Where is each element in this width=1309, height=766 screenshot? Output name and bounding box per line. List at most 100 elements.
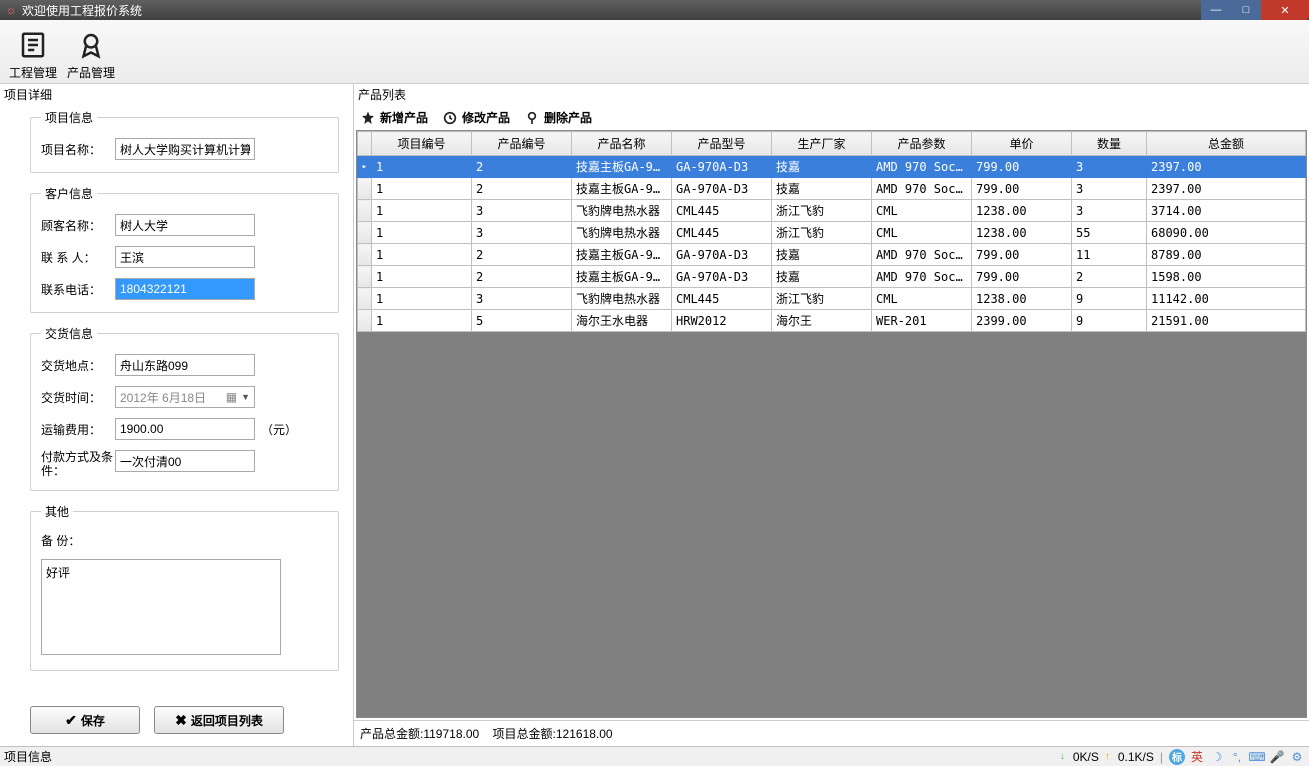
table-cell[interactable]: 2 xyxy=(1072,266,1147,288)
table-cell[interactable]: HRW2012 xyxy=(672,310,772,332)
customer-name-input[interactable] xyxy=(115,214,255,236)
table-cell[interactable]: 2 xyxy=(472,178,572,200)
table-cell[interactable]: CML445 xyxy=(672,288,772,310)
save-button[interactable]: ✔ 保存 xyxy=(30,706,140,734)
table-cell[interactable]: 海尔王 xyxy=(772,310,872,332)
table-cell[interactable]: 1238.00 xyxy=(972,288,1072,310)
row-header[interactable] xyxy=(358,178,372,200)
table-cell[interactable]: 技嘉 xyxy=(772,178,872,200)
table-cell[interactable]: 飞豹牌电热水器 xyxy=(572,222,672,244)
table-cell[interactable]: 799.00 xyxy=(972,244,1072,266)
table-cell[interactable]: 1 xyxy=(372,200,472,222)
table-cell[interactable]: 1 xyxy=(372,244,472,266)
ime-icon[interactable]: 标 xyxy=(1169,749,1185,765)
table-cell[interactable]: 海尔王水电器 xyxy=(572,310,672,332)
column-header[interactable]: 产品编号 xyxy=(472,132,572,156)
table-row[interactable]: 15海尔王水电器HRW2012海尔王WER-2012399.00921591.0… xyxy=(358,310,1306,332)
table-cell[interactable]: 浙江飞豹 xyxy=(772,222,872,244)
table-cell[interactable]: 1 xyxy=(372,266,472,288)
table-cell[interactable]: 2 xyxy=(472,156,572,178)
table-cell[interactable]: AMD 970 Socket xyxy=(872,156,972,178)
row-header[interactable]: ▸ xyxy=(358,156,372,178)
mic-icon[interactable]: 🎤 xyxy=(1269,749,1285,765)
table-cell[interactable]: AMD 970 Socket xyxy=(872,178,972,200)
table-cell[interactable]: 技嘉主板GA-9... xyxy=(572,244,672,266)
table-cell[interactable]: 5 xyxy=(472,310,572,332)
row-header[interactable] xyxy=(358,200,372,222)
toolbar-project-manage[interactable]: 工程管理 xyxy=(4,28,62,81)
table-cell[interactable]: 3 xyxy=(472,288,572,310)
table-cell[interactable]: 11 xyxy=(1072,244,1147,266)
table-cell[interactable]: 1238.00 xyxy=(972,222,1072,244)
table-cell[interactable]: 799.00 xyxy=(972,178,1072,200)
gear-icon[interactable]: ⚙ xyxy=(1289,749,1305,765)
edit-product-action[interactable]: 修改产品 xyxy=(442,109,510,126)
payment-input[interactable] xyxy=(115,450,255,472)
table-cell[interactable]: 3 xyxy=(472,222,572,244)
table-row[interactable]: ▸12技嘉主板GA-9...GA-970A-D3技嘉AMD 970 Socket… xyxy=(358,156,1306,178)
delete-product-action[interactable]: 删除产品 xyxy=(524,109,592,126)
table-cell[interactable]: 1 xyxy=(372,310,472,332)
table-cell[interactable]: CML445 xyxy=(672,222,772,244)
add-product-action[interactable]: 新增产品 xyxy=(360,109,428,126)
table-cell[interactable]: 2397.00 xyxy=(1147,156,1306,178)
table-cell[interactable]: 11142.00 xyxy=(1147,288,1306,310)
shipping-input[interactable] xyxy=(115,418,255,440)
row-header[interactable] xyxy=(358,266,372,288)
column-header[interactable]: 产品名称 xyxy=(572,132,672,156)
table-cell[interactable]: 技嘉主板GA-9... xyxy=(572,156,672,178)
column-header[interactable]: 产品型号 xyxy=(672,132,772,156)
table-cell[interactable]: 21591.00 xyxy=(1147,310,1306,332)
table-cell[interactable]: 飞豹牌电热水器 xyxy=(572,200,672,222)
column-header[interactable]: 总金额 xyxy=(1147,132,1306,156)
table-cell[interactable]: GA-970A-D3 xyxy=(672,266,772,288)
table-cell[interactable]: 68090.00 xyxy=(1147,222,1306,244)
ime-mode-icon[interactable]: 英 xyxy=(1189,749,1205,765)
table-cell[interactable]: 浙江飞豹 xyxy=(772,288,872,310)
table-cell[interactable]: 9 xyxy=(1072,288,1147,310)
table-cell[interactable]: 3714.00 xyxy=(1147,200,1306,222)
table-row[interactable]: 13飞豹牌电热水器CML445浙江飞豹CML1238.0033714.00 xyxy=(358,200,1306,222)
maximize-button[interactable]: □ xyxy=(1231,0,1261,20)
table-cell[interactable]: 9 xyxy=(1072,310,1147,332)
table-cell[interactable]: 2397.00 xyxy=(1147,178,1306,200)
table-cell[interactable]: CML xyxy=(872,200,972,222)
table-cell[interactable]: 2399.00 xyxy=(972,310,1072,332)
table-cell[interactable]: 1 xyxy=(372,222,472,244)
keyboard-icon[interactable]: ⌨ xyxy=(1249,749,1265,765)
table-cell[interactable]: GA-970A-D3 xyxy=(672,244,772,266)
table-row[interactable]: 13飞豹牌电热水器CML445浙江飞豹CML1238.00911142.00 xyxy=(358,288,1306,310)
table-cell[interactable]: 飞豹牌电热水器 xyxy=(572,288,672,310)
table-cell[interactable]: 799.00 xyxy=(972,156,1072,178)
remark-textarea[interactable] xyxy=(41,559,281,655)
table-cell[interactable]: AMD 970 Socket xyxy=(872,266,972,288)
table-cell[interactable]: CML xyxy=(872,222,972,244)
table-cell[interactable]: CML445 xyxy=(672,200,772,222)
table-cell[interactable]: 3 xyxy=(1072,156,1147,178)
date-picker[interactable]: 2012年 6月18日 ▦ ▼ xyxy=(115,386,255,408)
phone-input[interactable] xyxy=(115,278,255,300)
product-grid[interactable]: 项目编号产品编号产品名称产品型号生产厂家产品参数单价数量总金额 ▸12技嘉主板G… xyxy=(357,131,1306,332)
column-header[interactable]: 产品参数 xyxy=(872,132,972,156)
table-cell[interactable]: AMD 970 Socket xyxy=(872,244,972,266)
table-cell[interactable]: 3 xyxy=(472,200,572,222)
table-cell[interactable]: 55 xyxy=(1072,222,1147,244)
table-cell[interactable]: 3 xyxy=(1072,178,1147,200)
table-cell[interactable]: 技嘉主板GA-9... xyxy=(572,178,672,200)
table-cell[interactable]: 技嘉 xyxy=(772,156,872,178)
table-cell[interactable]: 3 xyxy=(1072,200,1147,222)
table-cell[interactable]: 技嘉主板GA-9... xyxy=(572,266,672,288)
column-header[interactable]: 生产厂家 xyxy=(772,132,872,156)
table-cell[interactable]: 1598.00 xyxy=(1147,266,1306,288)
column-header[interactable]: 数量 xyxy=(1072,132,1147,156)
table-cell[interactable]: 1238.00 xyxy=(972,200,1072,222)
project-name-input[interactable] xyxy=(115,138,255,160)
moon-icon[interactable]: ☽ xyxy=(1209,749,1225,765)
table-cell[interactable]: 1 xyxy=(372,156,472,178)
column-header[interactable]: 项目编号 xyxy=(372,132,472,156)
contact-input[interactable] xyxy=(115,246,255,268)
table-cell[interactable]: 浙江飞豹 xyxy=(772,200,872,222)
table-cell[interactable]: GA-970A-D3 xyxy=(672,178,772,200)
toolbar-product-manage[interactable]: 产品管理 xyxy=(62,28,120,81)
table-cell[interactable]: 技嘉 xyxy=(772,266,872,288)
